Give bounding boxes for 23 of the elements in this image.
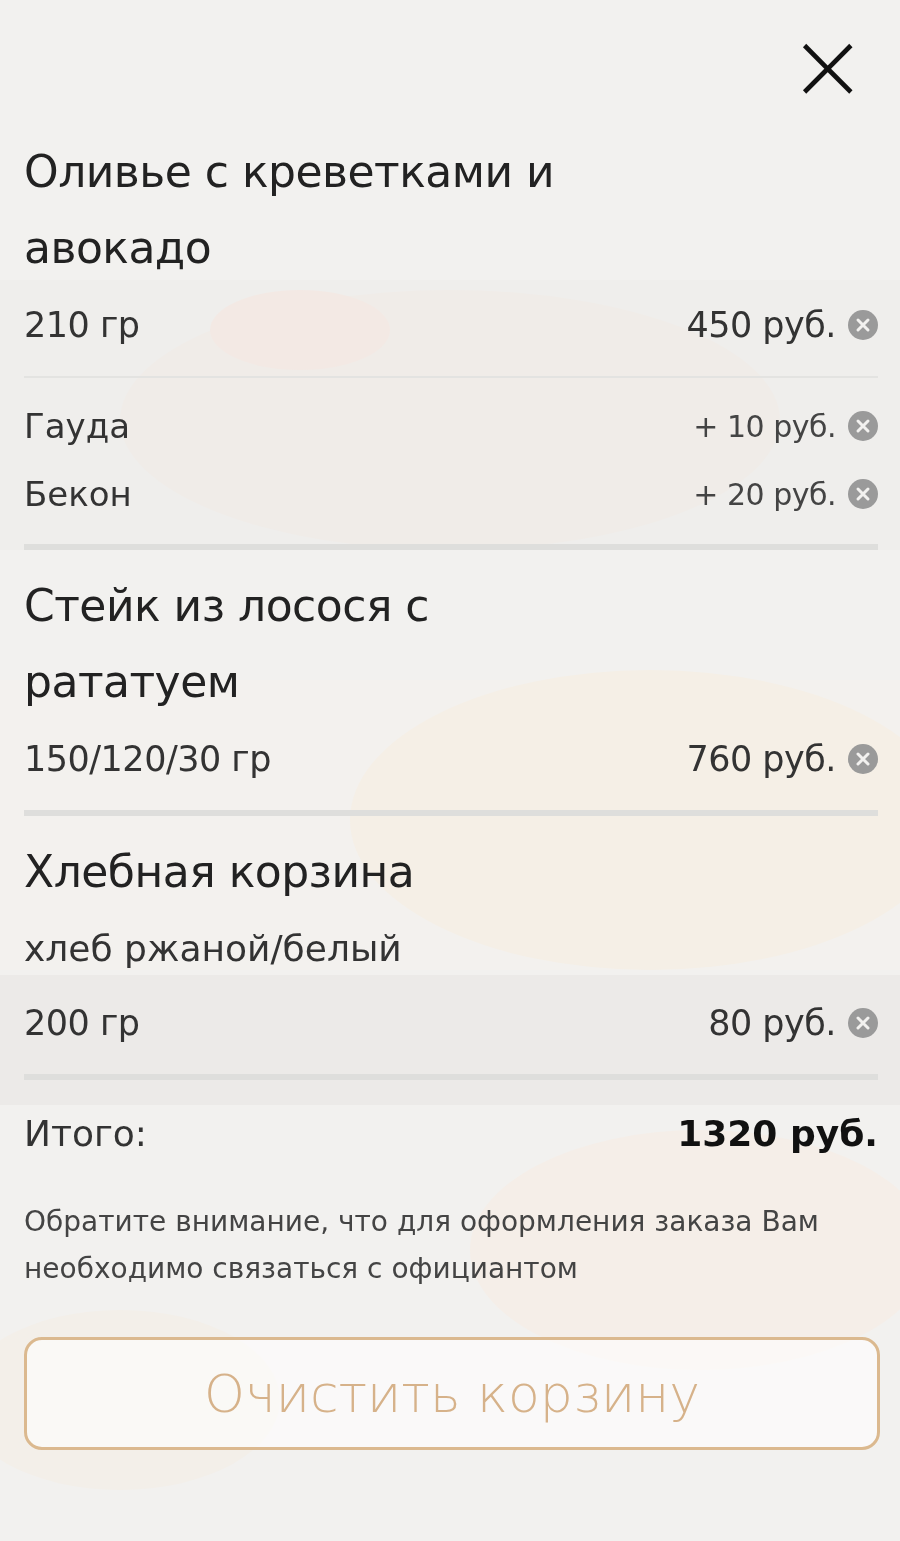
remove-icon[interactable] [848,744,878,774]
item-title: Хлебная корзина [24,845,416,899]
total-label: Итого: [24,1112,147,1154]
note-text: Обратите внимание, что для оформления заказа Вам необходимо связаться с официантом [24,1204,820,1287]
remove-icon[interactable] [848,1008,878,1038]
item-title: Стейк из лосося с рататуем [24,579,431,709]
modifier-price: + 20 руб. [693,476,836,512]
remove-icon[interactable] [848,479,878,509]
item-price: 450 руб. [686,305,836,345]
item-weight: 210 гр [24,305,140,345]
remove-icon[interactable] [848,411,878,441]
modifier-name: Гауда [24,406,131,446]
total-value: 1320 руб. [677,1112,878,1154]
close-button[interactable]: × [787,26,868,106]
remove-icon[interactable] [848,310,878,340]
item-price: 760 руб. [686,739,836,779]
modifier-name: Бекон [24,474,132,514]
item-price: 80 руб. [708,1003,836,1043]
modifier-price: + 10 руб. [693,408,836,444]
item-description: хлеб ржаной/белый [24,927,403,971]
item-weight: 150/120/30 гр [24,739,271,779]
item-title: Оливье с креветками и авокадо [24,145,556,275]
item-weight: 200 гр [24,1003,140,1043]
